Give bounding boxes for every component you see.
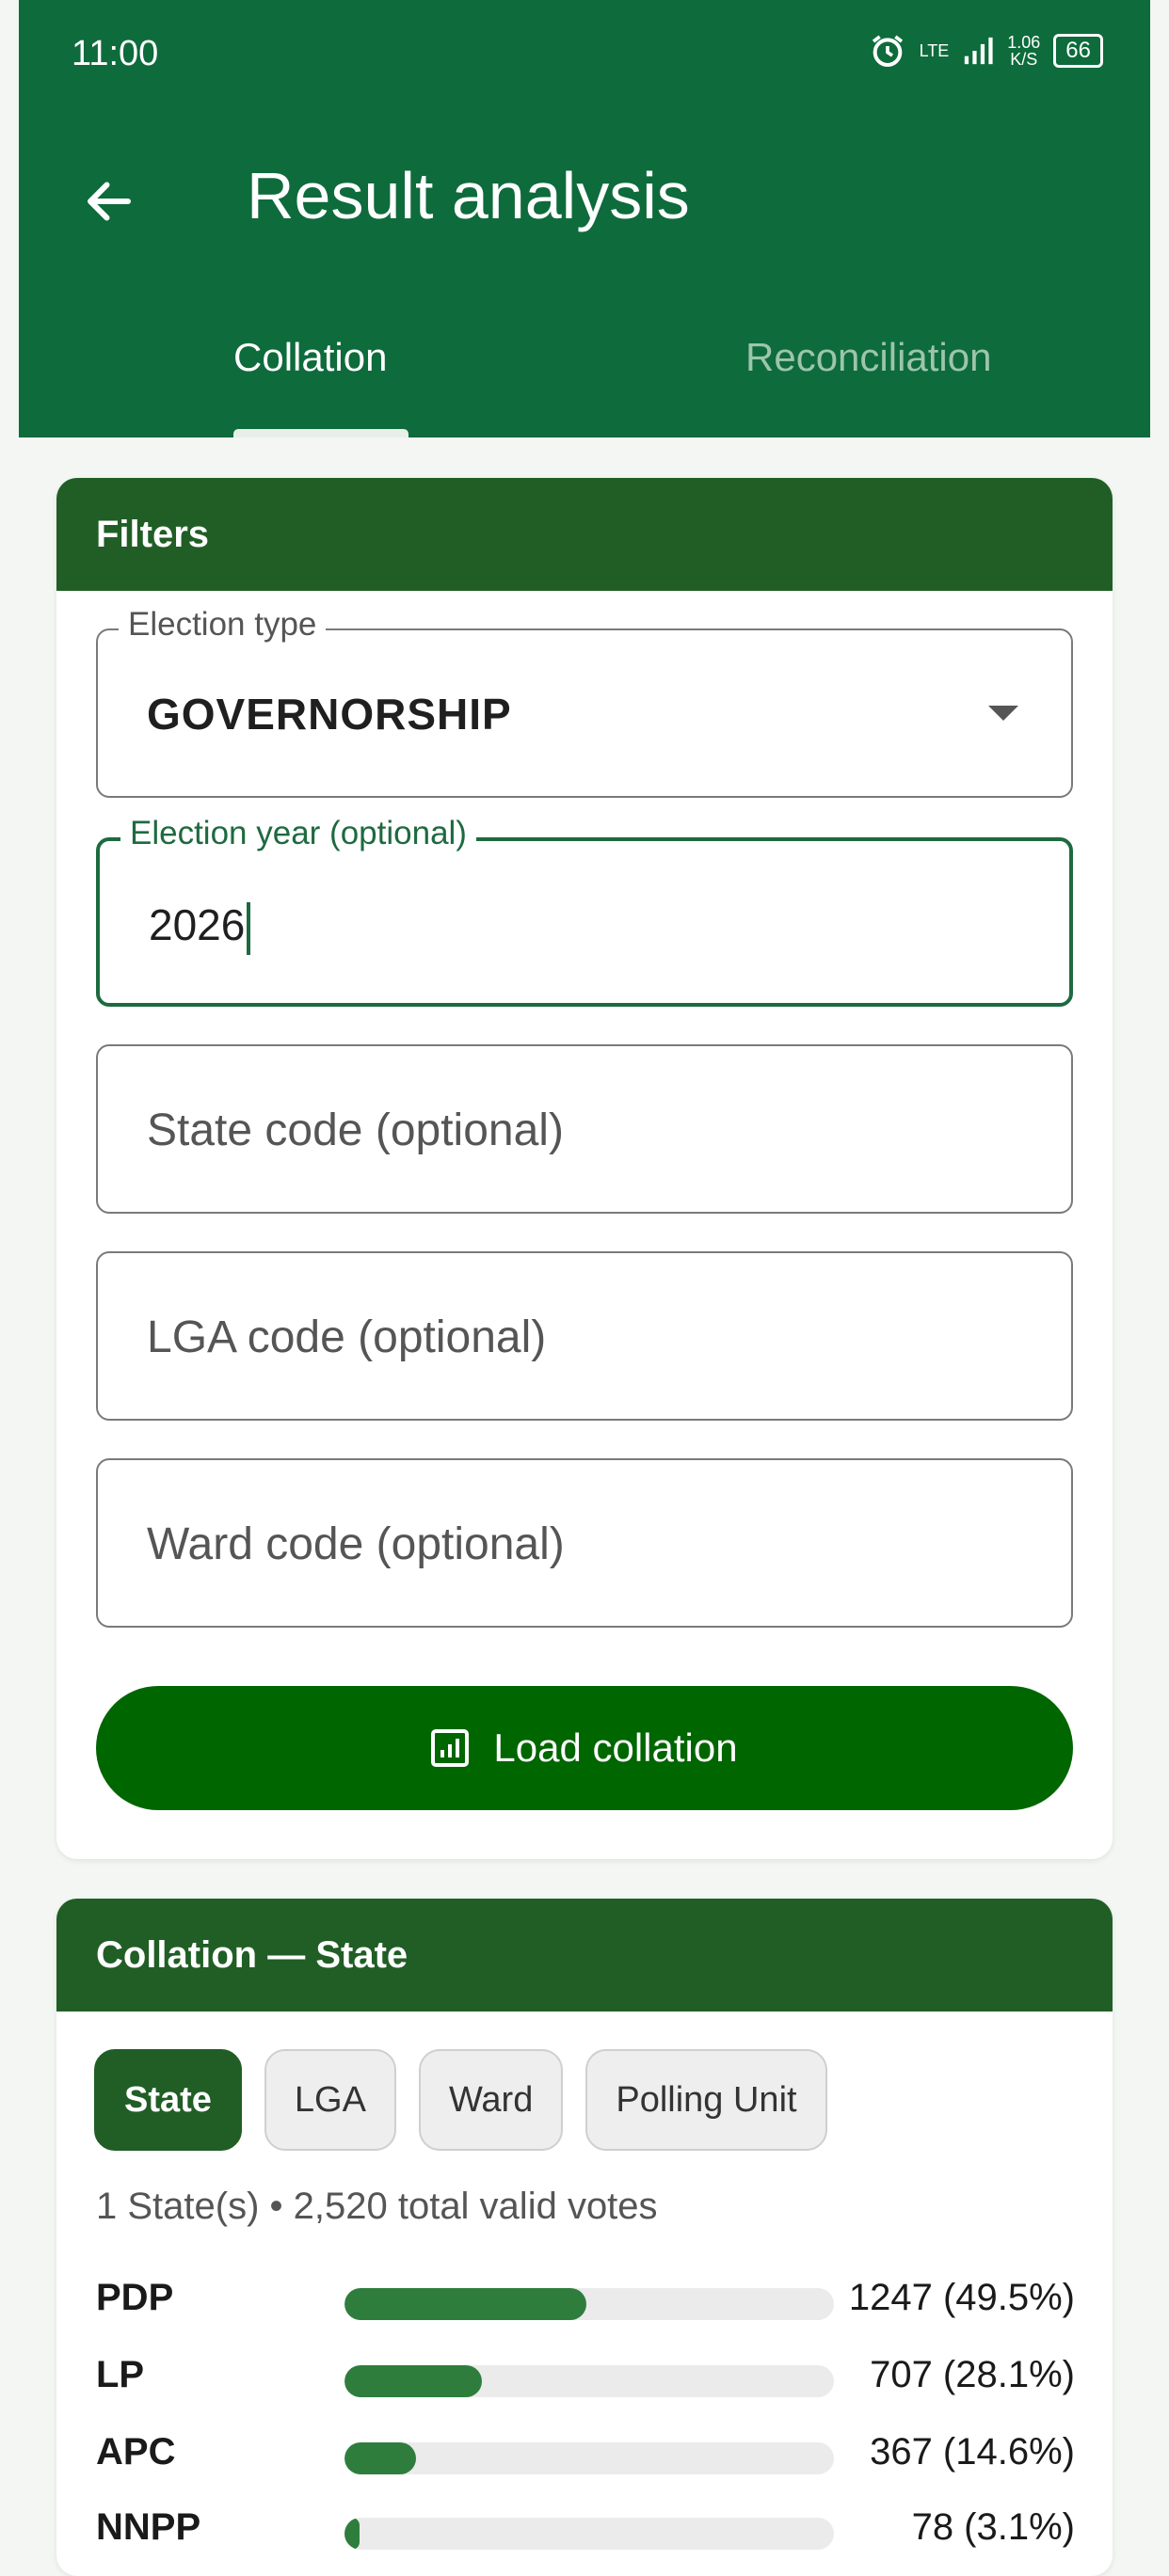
collation-card: Collation — State State LGA Ward Polling… (56, 1899, 1113, 2576)
state-code-field[interactable]: State code (optional) (96, 1044, 1073, 1214)
vote-bar-fill (344, 2288, 587, 2320)
vote-bar-track (344, 2518, 834, 2550)
back-button[interactable] (77, 169, 141, 233)
party-votes: 1247 (49.5%) (848, 2277, 1075, 2318)
collation-summary: 1 State(s) • 2,520 total valid votes (96, 2186, 658, 2227)
screen: 11:00 LTE 1.06 K/S 66 Result analysis Co… (0, 0, 1169, 2576)
election-year-field[interactable]: Election year (optional) 2026 (96, 815, 1073, 1007)
network-type: LTE (919, 41, 950, 60)
election-type-value: GOVERNORSHIP (147, 690, 512, 739)
result-row: LP 707 (28.1%) (96, 2354, 1075, 2410)
ward-code-field[interactable]: Ward code (optional) (96, 1458, 1073, 1628)
vote-bar-fill (344, 2365, 483, 2397)
network-speed: 1.06 K/S (1007, 34, 1040, 68)
state-code-placeholder: State code (optional) (147, 1105, 564, 1155)
lga-code-field[interactable]: LGA code (optional) (96, 1251, 1073, 1421)
alarm-icon (872, 35, 903, 67)
arrow-left-icon (88, 182, 131, 221)
ward-code-placeholder: Ward code (optional) (147, 1519, 565, 1569)
result-row: APC 367 (14.6%) (96, 2431, 1075, 2488)
load-collation-label: Load collation (493, 1725, 738, 1770)
app-bar: 11:00 LTE 1.06 K/S 66 Result analysis Co… (19, 0, 1150, 437)
chip-polling-unit[interactable]: Polling Unit (585, 2049, 827, 2151)
vote-bar-track (344, 2442, 834, 2474)
election-type-select[interactable]: Election type GOVERNORSHIP (96, 606, 1073, 798)
party-name: PDP (96, 2277, 174, 2318)
party-name: LP (96, 2354, 145, 2395)
party-votes: 367 (14.6%) (870, 2431, 1075, 2473)
speed-value: 1.06 (1007, 33, 1041, 52)
election-year-value: 2026 (149, 900, 246, 949)
signal-icon (965, 37, 993, 65)
vote-bar-track (344, 2288, 834, 2320)
party-votes: 78 (3.1%) (911, 2506, 1075, 2548)
status-time: 11:00 (72, 34, 159, 73)
party-name: APC (96, 2431, 176, 2473)
party-name: NNPP (96, 2506, 201, 2548)
party-votes: 707 (28.1%) (870, 2354, 1075, 2395)
battery-icon: 66 (1053, 34, 1103, 68)
result-row: NNPP 78 (3.1%) (96, 2506, 1075, 2563)
status-icons: LTE 1.06 K/S 66 (869, 32, 1103, 70)
page-title: Result analysis (247, 159, 690, 232)
chip-state[interactable]: State (94, 2049, 242, 2151)
vote-bar-fill (344, 2442, 416, 2474)
filters-header: Filters (56, 478, 1113, 591)
chip-ward[interactable]: Ward (418, 2049, 564, 2151)
text-caret (247, 901, 251, 955)
speed-unit: K/S (1010, 50, 1038, 69)
election-year-value-wrap: 2026 (149, 899, 251, 955)
tab-indicator (233, 429, 408, 437)
filters-card: Filters Election type GOVERNORSHIP Elect… (56, 478, 1113, 1859)
election-type-label: Election type (119, 606, 327, 644)
level-chips: State LGA Ward Polling Unit (94, 2049, 827, 2151)
result-row: PDP 1247 (49.5%) (96, 2277, 1075, 2333)
bar-chart-icon (431, 1729, 470, 1767)
load-collation-button[interactable]: Load collation (96, 1686, 1073, 1810)
vote-bar-fill (344, 2518, 360, 2550)
vote-bar-track (344, 2365, 834, 2397)
tab-reconciliation[interactable]: Reconciliation (745, 335, 991, 380)
election-year-label: Election year (optional) (120, 815, 476, 852)
dropdown-arrow-icon (988, 706, 1018, 721)
collation-header: Collation — State (56, 1899, 1113, 2012)
lga-code-placeholder: LGA code (optional) (147, 1312, 547, 1362)
chip-lga[interactable]: LGA (264, 2049, 396, 2151)
tab-collation[interactable]: Collation (233, 335, 387, 380)
